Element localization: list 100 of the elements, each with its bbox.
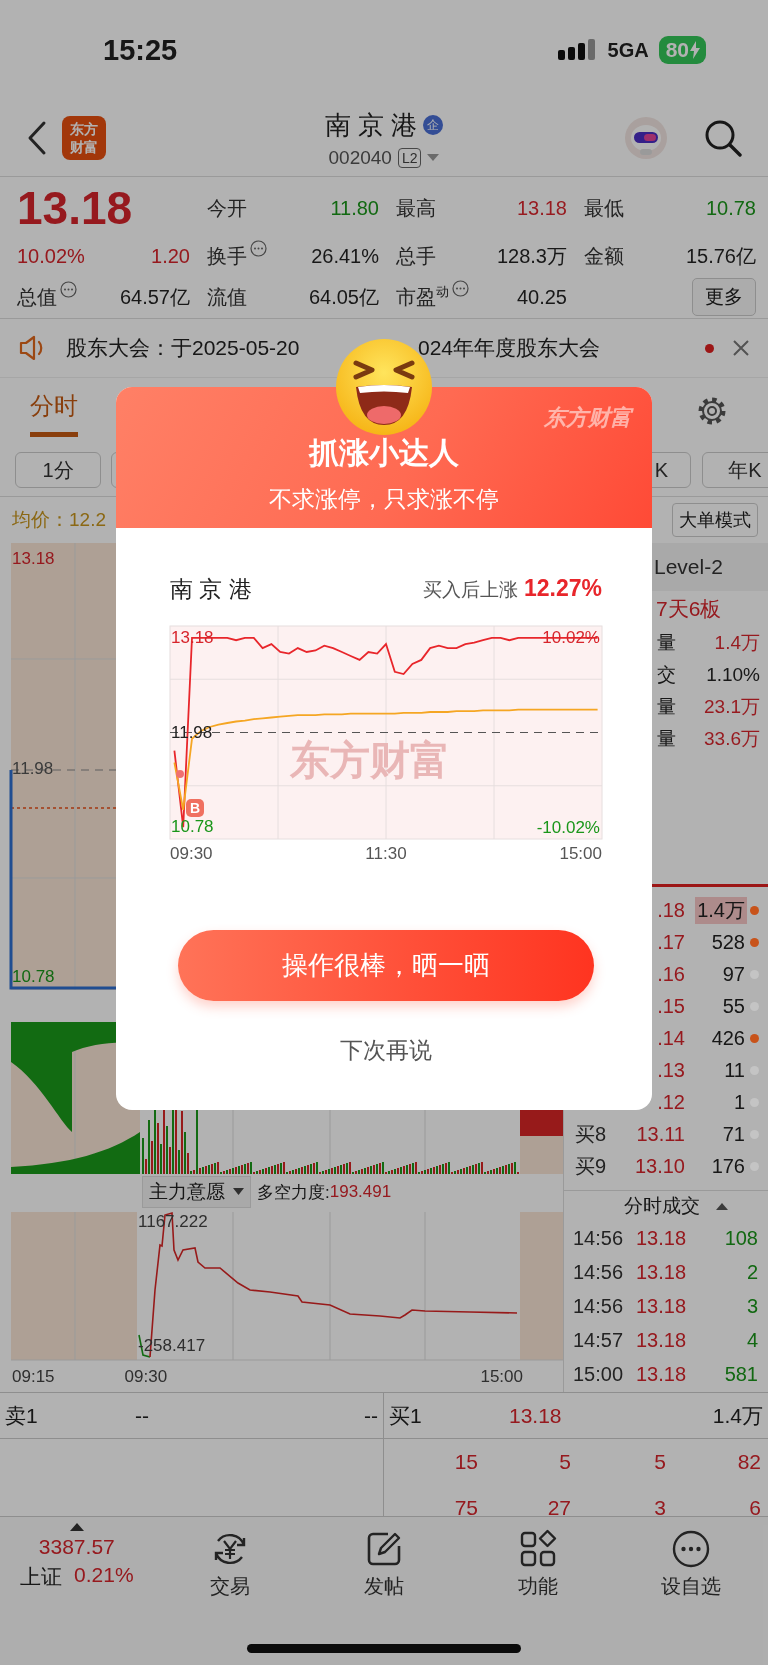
- stat-value: 15.76亿: [685, 243, 756, 269]
- stock-badge: 企: [423, 115, 444, 135]
- change-percent: 10.02%: [17, 244, 85, 268]
- order-count: 3: [653, 1496, 666, 1520]
- time-label: 15:00: [559, 844, 602, 865]
- order-count: 5: [653, 1450, 666, 1474]
- order-volume: 1.4万: [695, 896, 747, 924]
- last-price: 13.18: [17, 183, 134, 233]
- brand-logo: 东方财富: [544, 404, 632, 432]
- stock-code: 002040: [328, 146, 392, 169]
- axis-label: 10.78: [171, 817, 214, 838]
- order-count: 27: [546, 1496, 571, 1520]
- time-label: 09:30: [170, 844, 213, 865]
- order-price: .17: [656, 930, 685, 954]
- trade-volume: 108: [723, 1226, 758, 1250]
- stat-label: 流值: [207, 284, 247, 310]
- stock-name: 南 京 港: [170, 574, 252, 604]
- trade-time: 14:56: [573, 1260, 625, 1284]
- order-volume: 97: [721, 962, 746, 986]
- time-label: 11:30: [365, 844, 407, 865]
- order-price: .15: [656, 994, 685, 1018]
- notice-text: 024年年度股东大会: [418, 335, 601, 361]
- order-price: 13.18: [509, 1403, 563, 1428]
- order-volume: 176: [710, 1154, 746, 1178]
- stat-label: 总值: [17, 284, 57, 310]
- order-price: --: [135, 1403, 150, 1428]
- level-badge: L2: [397, 147, 422, 168]
- trade-time: 14:56: [573, 1294, 625, 1318]
- nav-tab[interactable]: 功能: [460, 1519, 615, 1600]
- order-volume: 1.4万: [711, 1402, 763, 1429]
- chart-tab[interactable]: 分时: [30, 385, 78, 437]
- change-amount: 1.20: [151, 244, 190, 268]
- nav-label: 设自选: [661, 1574, 722, 1599]
- stat-label: 最高: [396, 195, 436, 221]
- stat-label: 换手: [207, 243, 247, 269]
- axis-label: 11.98: [12, 759, 54, 779]
- stat-value: 33.6万: [704, 727, 760, 751]
- app-logo: 东方 财富: [62, 116, 106, 160]
- indicator-value: 193.491: [329, 1182, 392, 1202]
- order-volume: 55: [721, 994, 746, 1018]
- order-volume: 426: [710, 1026, 746, 1050]
- axis-label: 13.18: [12, 549, 55, 569]
- indicator-dropdown[interactable]: 主力意愿: [142, 1176, 251, 1208]
- stat-label: 交: [657, 663, 676, 687]
- order-price: .14: [656, 1026, 685, 1050]
- stat-label: 量: [657, 631, 676, 655]
- popup-title: 抓涨小达人: [309, 435, 459, 471]
- notice-text: 股东大会：于2025-05-20: [66, 335, 301, 361]
- indicator-label: 多空力度:: [257, 1181, 330, 1204]
- axis-label: 13.18: [171, 627, 214, 648]
- buy-badge: B: [186, 799, 204, 817]
- chart-watermark: 东方财富: [290, 738, 450, 782]
- nav-tab[interactable]: 交易: [153, 1519, 308, 1600]
- stat-value: 40.25: [516, 285, 567, 309]
- trade-price: 13.18: [636, 1260, 686, 1284]
- trade-volume: 4: [745, 1328, 758, 1352]
- more-button[interactable]: 更多: [692, 278, 756, 316]
- stat-value: 10.78: [705, 196, 756, 220]
- index-value: 3387.57: [38, 1535, 115, 1559]
- order-price: 13.10: [633, 1154, 685, 1178]
- time-label: 09:30: [124, 1367, 168, 1387]
- order-price: 13.11: [635, 1122, 685, 1146]
- nav-tab[interactable]: 设自选: [614, 1519, 768, 1600]
- axis-label: 10.78: [12, 967, 55, 987]
- period-button[interactable]: 1分: [15, 452, 101, 488]
- gain-label: 买入后上涨: [423, 578, 518, 602]
- order-count: 6: [748, 1496, 761, 1520]
- order-price: .13: [656, 1058, 685, 1082]
- stat-label: 今开: [207, 195, 247, 221]
- mode-button[interactable]: 大单模式: [672, 503, 758, 537]
- stat-label: 市盈$^{动}$: [396, 283, 449, 310]
- order-volume: 1: [732, 1090, 746, 1114]
- nav-tab[interactable]: 发帖: [307, 1519, 461, 1600]
- trade-volume: 581: [723, 1362, 758, 1386]
- order-label: 买1: [389, 1402, 423, 1429]
- popup-subtitle: 不求涨停，只求涨不停: [269, 485, 499, 514]
- average-price: 均价：12.2: [12, 508, 106, 532]
- stat-value: 11.80: [330, 196, 379, 220]
- order-volume: --: [363, 1403, 378, 1428]
- stat-value: 13.18: [516, 196, 567, 220]
- nav-label: 发帖: [364, 1574, 404, 1599]
- stat-value: 64.05亿: [308, 284, 379, 310]
- period-button[interactable]: 年K: [702, 452, 768, 488]
- stat-label: 总手: [396, 243, 436, 269]
- trade-price: 13.18: [636, 1226, 686, 1250]
- order-label: 买8: [575, 1121, 608, 1147]
- trades-title: 分时成交: [624, 1194, 700, 1218]
- order-count: 5: [558, 1450, 571, 1474]
- trade-time: 14:56: [573, 1226, 625, 1250]
- stock-name: 南 京 港: [324, 108, 418, 142]
- stat-value: 1.4万: [714, 631, 760, 655]
- axis-label: -10.02%: [536, 818, 600, 838]
- trade-volume: 3: [745, 1294, 758, 1318]
- nav-label: 功能: [517, 1574, 558, 1599]
- later-button[interactable]: 下次再说: [332, 1031, 440, 1070]
- order-volume: 11: [723, 1058, 746, 1082]
- order-label: 卖1: [5, 1402, 39, 1429]
- order-label: 买9: [575, 1153, 608, 1179]
- status-time: 15:25: [103, 33, 178, 67]
- order-count: 15: [453, 1450, 478, 1474]
